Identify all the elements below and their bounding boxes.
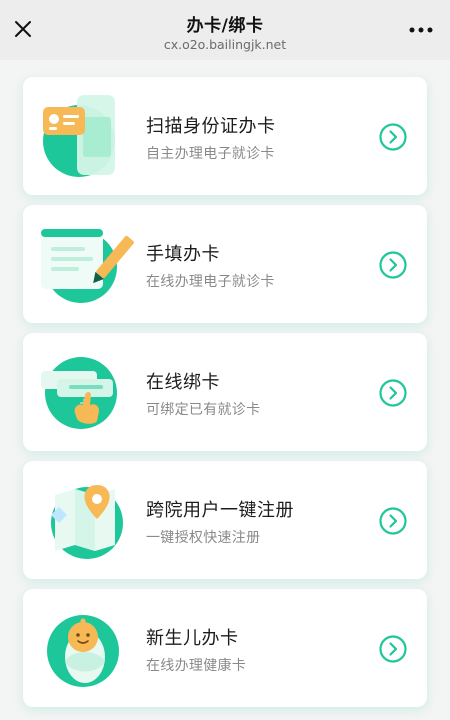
chevron-right-circle-icon[interactable] bbox=[379, 123, 407, 151]
chevron-right-circle-icon[interactable] bbox=[379, 251, 407, 279]
top-bar: 办卡/绑卡 cx.o2o.bailingjk.net bbox=[0, 0, 450, 60]
more-icon bbox=[409, 27, 433, 33]
card-desc: 可绑定已有就诊卡 bbox=[146, 402, 261, 418]
card-bind-online[interactable]: + 在线绑卡 可绑定已有就诊卡 bbox=[23, 333, 427, 451]
form-pen-icon bbox=[41, 229, 134, 303]
card-title: 扫描身份证办卡 bbox=[146, 116, 276, 137]
chevron-right-circle-icon[interactable] bbox=[379, 507, 407, 535]
page-url: cx.o2o.bailingjk.net bbox=[163, 37, 287, 52]
card-desc: 自主办理电子就诊卡 bbox=[146, 146, 275, 162]
card-desc: 在线办理健康卡 bbox=[146, 658, 247, 674]
bind-card-hand-icon: + bbox=[41, 357, 117, 429]
card-title: 手填办卡 bbox=[146, 244, 220, 265]
chevron-right-circle-icon[interactable] bbox=[379, 379, 407, 407]
card-desc: 在线办理电子就诊卡 bbox=[146, 274, 275, 290]
card-title: 跨院用户一键注册 bbox=[146, 500, 294, 521]
card-scan-id[interactable]: 扫描身份证办卡 自主办理电子就诊卡 bbox=[23, 77, 427, 195]
map-pin-icon bbox=[51, 485, 123, 559]
card-cross-hospital-register[interactable]: 跨院用户一键注册 一键授权快速注册 bbox=[23, 461, 427, 579]
more-button[interactable] bbox=[406, 18, 436, 42]
chevron-right-circle-icon[interactable] bbox=[379, 635, 407, 663]
card-title: 在线绑卡 bbox=[146, 372, 220, 393]
card-title: 新生儿办卡 bbox=[146, 628, 239, 649]
card-desc: 一键授权快速注册 bbox=[146, 530, 261, 546]
page-title: 办卡/绑卡 bbox=[186, 16, 264, 36]
newborn-baby-icon bbox=[47, 615, 119, 687]
card-newborn[interactable]: 新生儿办卡 在线办理健康卡 bbox=[23, 589, 427, 707]
card-manual-fill[interactable]: 手填办卡 在线办理电子就诊卡 bbox=[23, 205, 427, 323]
id-card-scan-icon bbox=[43, 95, 115, 177]
